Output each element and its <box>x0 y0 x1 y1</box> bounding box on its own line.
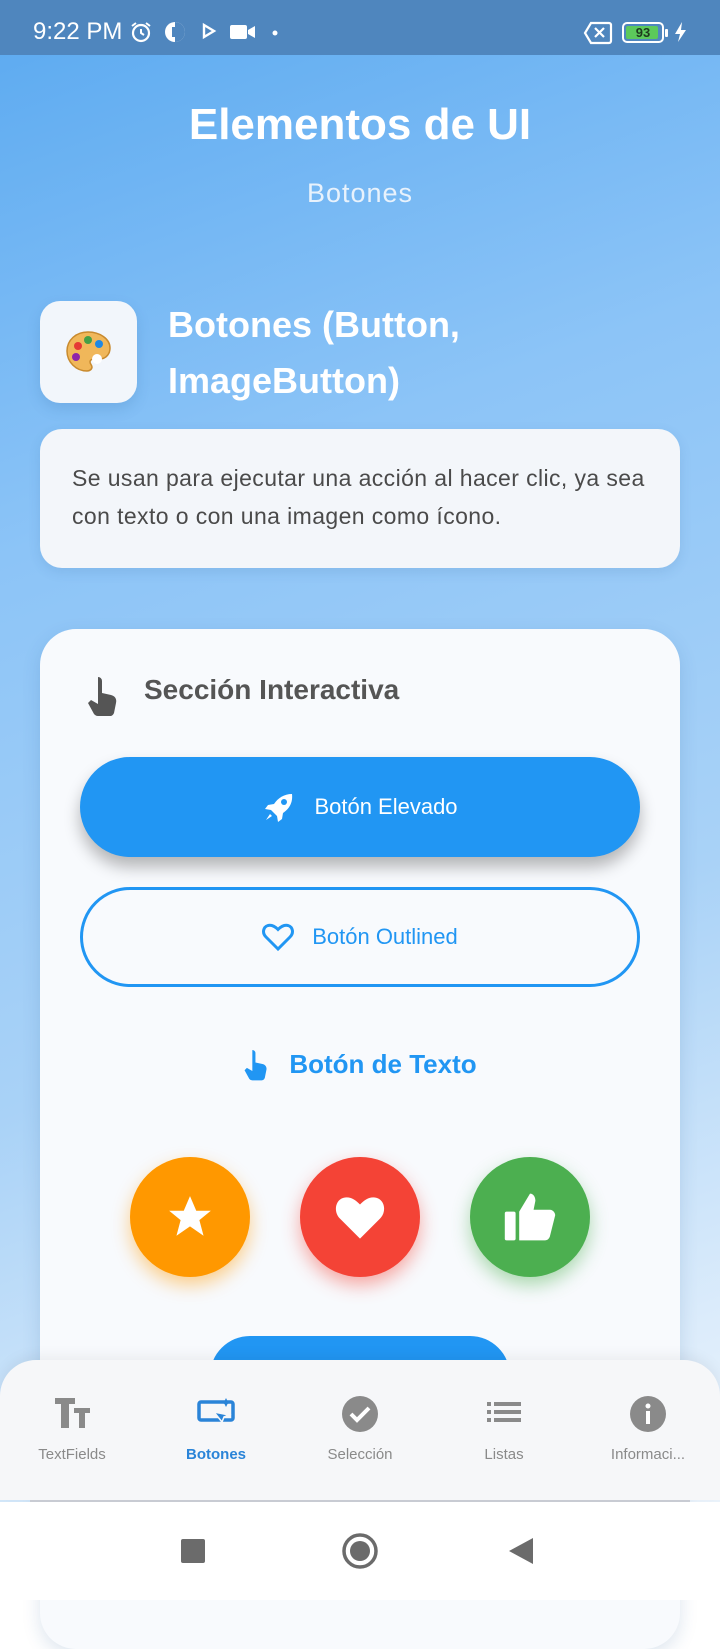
heart-icon <box>335 1197 385 1239</box>
heart-fab-button[interactable] <box>300 1157 420 1277</box>
thumbs-up-fab-button[interactable] <box>470 1157 590 1277</box>
outlined-button-label: Botón Outlined <box>312 924 458 949</box>
nav-label: Informaci... <box>610 1446 686 1463</box>
charging-icon <box>675 22 686 42</box>
elevated-button-label: Botón Elevado <box>314 794 458 819</box>
touch-icon <box>88 677 117 716</box>
nav-label: Listas <box>484 1446 524 1463</box>
star-fab-button[interactable] <box>130 1157 250 1277</box>
play-icon <box>202 22 217 40</box>
nav-item-textfields[interactable]: TextFields <box>0 1360 144 1500</box>
section-title: Botones (Button, ImageButton) <box>168 304 460 401</box>
elevated-button[interactable]: Botón Elevado <box>80 757 640 857</box>
page-title: Elementos de UI <box>188 100 532 149</box>
status-bar: 9:22 PM 93 <box>0 0 720 55</box>
text-button[interactable]: Botón de Texto <box>80 1014 640 1114</box>
info-icon <box>630 1396 666 1432</box>
touch-icon <box>244 1050 267 1081</box>
system-navigation-bar <box>0 1502 720 1600</box>
text-button-label: Botón de Texto <box>289 1048 477 1079</box>
nav-item-botones[interactable]: Botones <box>144 1360 288 1500</box>
thumbs-up-icon <box>504 1193 556 1241</box>
battery-level: 93 <box>635 25 651 40</box>
status-time: 9:22 PM <box>33 18 123 45</box>
nav-item-informacion[interactable]: Informaci... <box>576 1360 720 1500</box>
nav-label: TextFields <box>38 1446 106 1463</box>
alarm-icon <box>131 22 151 43</box>
recents-square-icon[interactable] <box>180 1538 206 1564</box>
star-icon <box>169 1196 211 1236</box>
no-sim-icon <box>583 21 613 45</box>
home-circle-icon[interactable] <box>341 1532 379 1570</box>
nav-item-seleccion[interactable]: Selección <box>288 1360 432 1500</box>
smart-button-icon <box>197 1398 235 1424</box>
nav-label: Selección <box>327 1446 393 1463</box>
nav-item-listas[interactable]: Listas <box>432 1360 576 1500</box>
nav-label: Botones <box>186 1446 246 1463</box>
rocket-icon <box>265 794 293 822</box>
check-circle-icon <box>342 1396 378 1432</box>
list-icon <box>487 1402 521 1422</box>
palette-icon <box>66 331 111 372</box>
description-text: Se usan para ejecutar una acción al hace… <box>72 465 645 529</box>
battery-tip <box>665 29 668 37</box>
dot-icon <box>272 30 278 36</box>
heart-outline-icon <box>262 923 295 952</box>
battery-icon: 93 <box>622 22 664 43</box>
section-icon-tile <box>40 301 137 403</box>
description-card: Se usan para ejecutar una acción al hace… <box>40 429 680 568</box>
data-saver-icon <box>165 22 185 42</box>
video-camera-icon <box>230 25 255 39</box>
bottom-navigation: TextFields Botones Selección Listas Info… <box>0 1360 720 1500</box>
text-fields-icon <box>55 1398 90 1428</box>
outlined-button[interactable]: Botón Outlined <box>80 887 640 987</box>
page-subtitle: Botones <box>306 178 414 208</box>
interactive-title: Sección Interactiva <box>144 674 400 705</box>
back-triangle-icon[interactable] <box>507 1536 535 1566</box>
